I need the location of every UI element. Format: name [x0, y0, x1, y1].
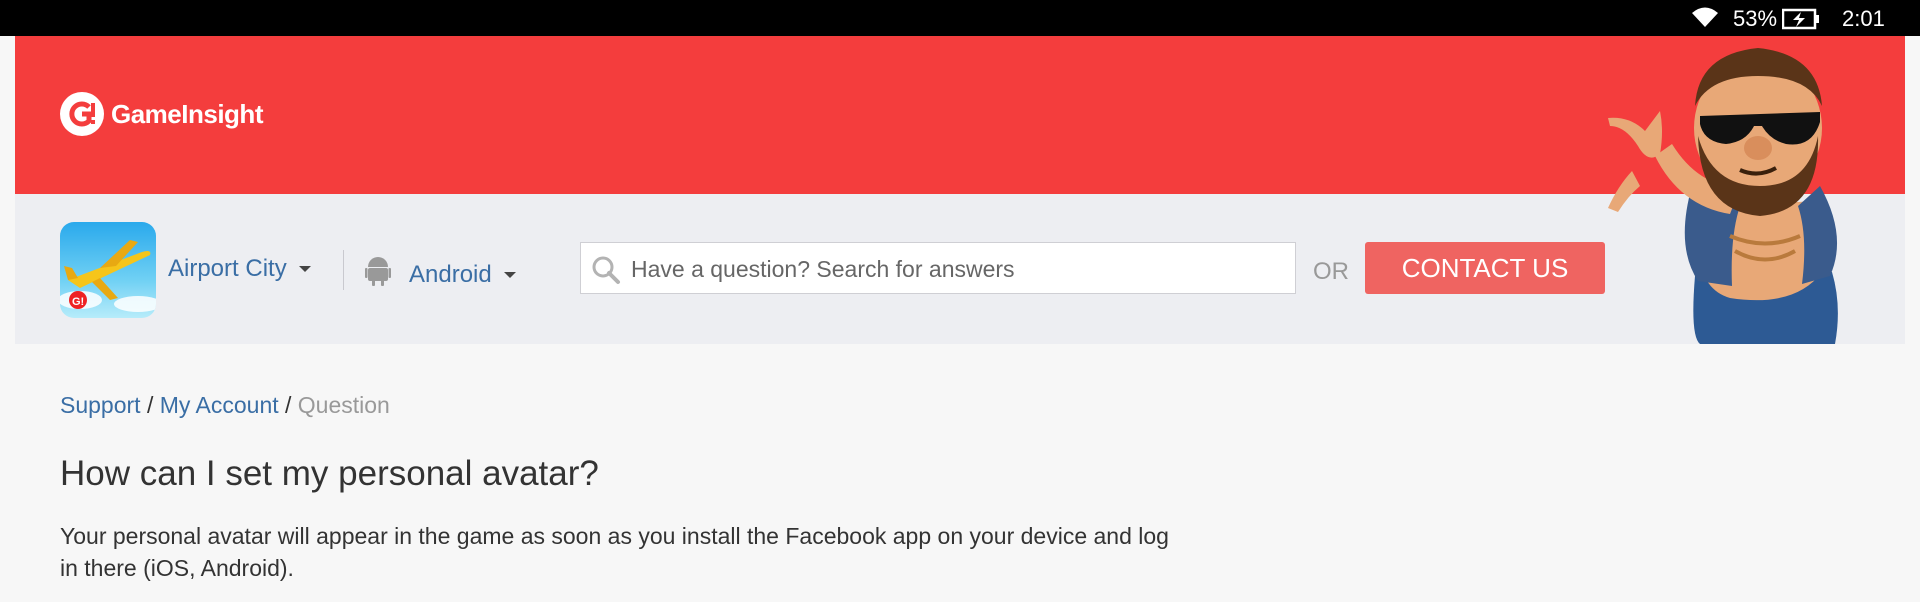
- brand-name: GameInsight: [111, 98, 263, 129]
- article-body: Your personal avatar will appear in the …: [60, 523, 1169, 581]
- breadcrumb-support-link[interactable]: Support: [60, 392, 141, 418]
- contact-us-button[interactable]: CONTACT US: [1365, 242, 1605, 294]
- mascot-illustration: [1580, 36, 1905, 349]
- or-label: OR: [1313, 258, 1349, 285]
- platform-selector-label: Android: [409, 260, 492, 288]
- battery-percent: 53%: [1733, 6, 1778, 31]
- breadcrumb-separator: /: [285, 392, 292, 418]
- page: GameInsight G! Airport City Android Have…: [15, 36, 1905, 602]
- breadcrumb-my-account-link[interactable]: My Account: [160, 392, 279, 418]
- article-title: How can I set my personal avatar?: [60, 454, 599, 493]
- android-icon: [365, 255, 391, 294]
- platform-selector[interactable]: Android: [365, 255, 516, 294]
- airport-city-app-icon[interactable]: G!: [60, 222, 156, 318]
- gameinsight-logo-icon: [60, 92, 104, 136]
- status-bar: 53% 2:01: [0, 0, 1920, 36]
- breadcrumb-current: Question: [297, 392, 390, 418]
- wifi-icon: [1690, 5, 1720, 34]
- breadcrumb: Support / My Account / Question: [60, 392, 390, 419]
- breadcrumb-separator: /: [146, 392, 154, 418]
- clock: 2:01: [1842, 6, 1885, 31]
- svg-text:G!: G!: [72, 296, 84, 308]
- search-icon: [591, 255, 621, 290]
- search-box[interactable]: [580, 242, 1296, 295]
- chevron-down-icon: [503, 271, 516, 278]
- divider: [343, 250, 344, 290]
- search-input[interactable]: [629, 243, 1283, 295]
- chevron-down-icon: [298, 266, 311, 272]
- brand-logo[interactable]: GameInsight: [60, 92, 263, 136]
- game-selector-label: Airport City: [168, 255, 287, 282]
- game-selector[interactable]: Airport City: [168, 255, 311, 283]
- battery-charging-icon: [1781, 8, 1822, 35]
